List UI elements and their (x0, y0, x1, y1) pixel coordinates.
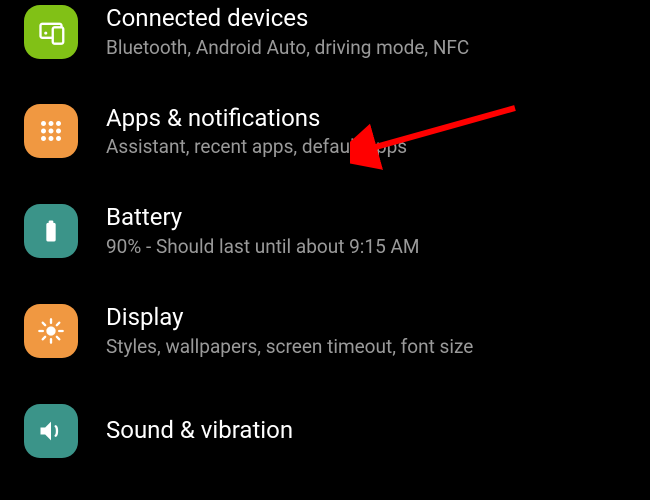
item-text: Connected devices Bluetooth, Android Aut… (106, 4, 469, 60)
item-subtitle: Bluetooth, Android Auto, driving mode, N… (106, 37, 469, 60)
item-title: Sound & vibration (106, 416, 293, 445)
battery-icon (24, 204, 78, 258)
item-title: Display (106, 303, 473, 332)
item-title: Connected devices (106, 4, 469, 33)
devices-icon (24, 5, 78, 59)
item-subtitle: 90% - Should last until about 9:15 AM (106, 236, 419, 259)
item-text: Battery 90% - Should last until about 9:… (106, 203, 419, 259)
item-subtitle: Styles, wallpapers, screen timeout, font… (106, 336, 473, 359)
settings-item-apps-notifications[interactable]: Apps & notifications Assistant, recent a… (0, 82, 650, 182)
settings-item-display[interactable]: Display Styles, wallpapers, screen timeo… (0, 281, 650, 381)
settings-item-sound-vibration[interactable]: Sound & vibration (0, 380, 650, 458)
item-text: Display Styles, wallpapers, screen timeo… (106, 303, 473, 359)
settings-list: Connected devices Bluetooth, Android Aut… (0, 0, 650, 458)
item-text: Sound & vibration (106, 416, 293, 445)
item-title: Battery (106, 203, 419, 232)
item-title: Apps & notifications (106, 104, 407, 133)
settings-item-connected-devices[interactable]: Connected devices Bluetooth, Android Aut… (0, 0, 650, 82)
item-subtitle: Assistant, recent apps, default apps (106, 136, 407, 159)
sound-icon (24, 404, 78, 458)
apps-icon (24, 104, 78, 158)
item-text: Apps & notifications Assistant, recent a… (106, 104, 407, 160)
display-icon (24, 304, 78, 358)
settings-item-battery[interactable]: Battery 90% - Should last until about 9:… (0, 181, 650, 281)
